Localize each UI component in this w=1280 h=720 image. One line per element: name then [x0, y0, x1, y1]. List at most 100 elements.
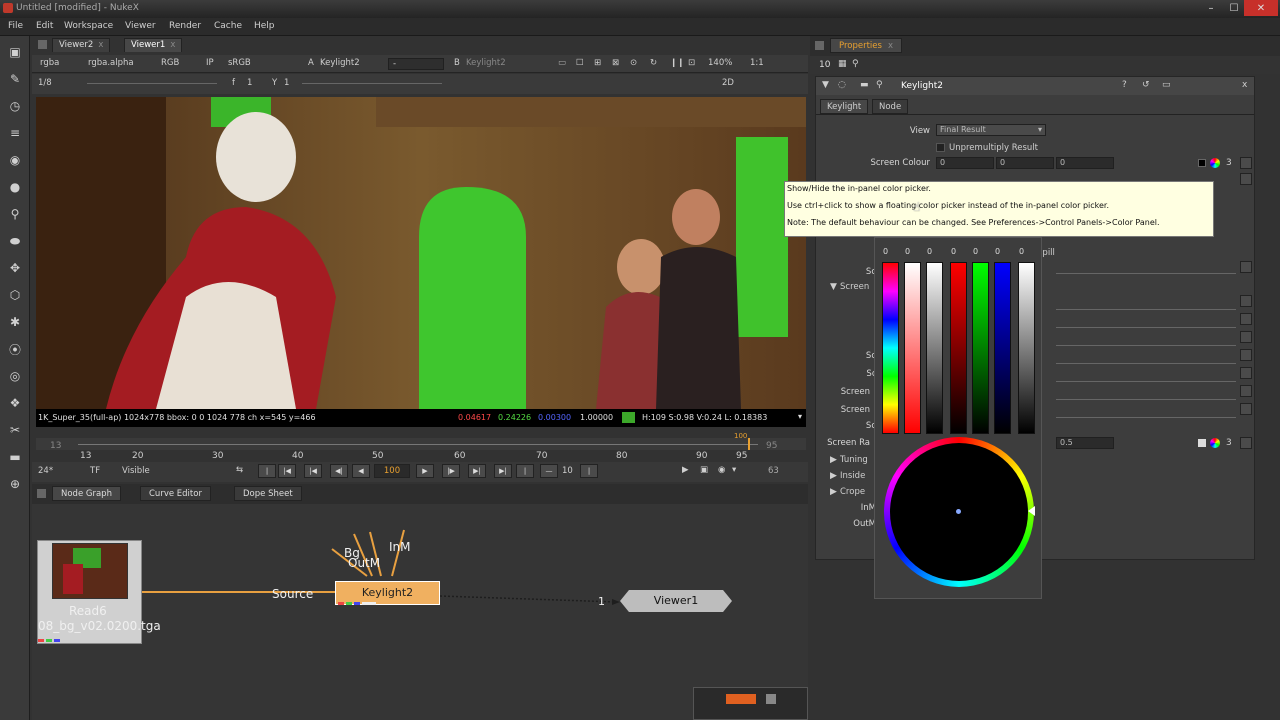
ratio-dropdown[interactable]: 1:1: [750, 58, 764, 68]
animation-button[interactable]: [1240, 173, 1252, 185]
node-color-icon[interactable]: ▬: [860, 80, 869, 90]
close-icon[interactable]: x: [98, 40, 103, 50]
pause-icon[interactable]: ❙❙: [670, 58, 684, 68]
expand-tuning-icon[interactable]: ▶: [830, 455, 837, 465]
blue-slider[interactable]: [994, 262, 1011, 434]
image-icon[interactable]: ▣: [7, 44, 23, 60]
wheel-cursor[interactable]: [956, 509, 961, 514]
expand-crops-icon[interactable]: ▶: [830, 487, 837, 497]
overlay-icon[interactable]: ⊠: [612, 58, 619, 68]
f-value[interactable]: 1: [247, 78, 252, 88]
gamma-slider[interactable]: [302, 83, 442, 84]
play-forward-button[interactable]: ▶: [416, 464, 434, 478]
close-icon[interactable]: x: [1242, 80, 1247, 90]
step-back-button[interactable]: ◀|: [330, 464, 348, 478]
channel-icon[interactable]: ≡: [7, 125, 23, 141]
other-icon[interactable]: ✂: [7, 422, 23, 438]
playhead[interactable]: [748, 438, 750, 450]
tuning-group[interactable]: Tuning: [840, 455, 868, 465]
tab-properties[interactable]: Properties x: [830, 38, 902, 53]
animation-button[interactable]: [1240, 367, 1252, 379]
toolsets-icon[interactable]: ❖: [7, 395, 23, 411]
keyer-icon[interactable]: ⚲: [876, 80, 883, 90]
metadata-icon[interactable]: ◎: [7, 368, 23, 384]
screen-colour-b[interactable]: 0: [1056, 157, 1114, 169]
zebra-icon[interactable]: ⊙: [630, 58, 637, 68]
merge-icon[interactable]: ⬬: [7, 233, 23, 249]
last-frame-button[interactable]: |: [516, 464, 534, 478]
first-frame-button[interactable]: |: [258, 464, 276, 478]
tab-viewer1[interactable]: Viewer1 x: [124, 38, 183, 52]
draw-icon[interactable]: ✎: [7, 71, 23, 87]
step-size-field[interactable]: 10: [562, 466, 573, 476]
next-increment-button[interactable]: ▶|: [468, 464, 486, 478]
screen-colour-g[interactable]: 0: [996, 157, 1054, 169]
hue-slider[interactable]: [882, 262, 899, 434]
view-mode-dropdown[interactable]: 2D: [722, 78, 734, 88]
info-dropdown-icon[interactable]: ▾: [798, 412, 802, 421]
a-input-dropdown[interactable]: Keylight2: [320, 58, 360, 68]
color-wheel-center[interactable]: [890, 443, 1028, 581]
close-button[interactable]: ✕: [1244, 0, 1278, 16]
timeline[interactable]: 13 95 13 20 30 40 50 60 70 80 90 95 100: [36, 430, 806, 462]
alpha-slider[interactable]: [1018, 262, 1035, 434]
color-swatch-button[interactable]: [1198, 159, 1206, 167]
prev-keyframe-button[interactable]: |◀: [278, 464, 296, 478]
transform-icon[interactable]: ✥: [7, 260, 23, 276]
prev-increment-button[interactable]: |◀: [304, 464, 322, 478]
pane-menu-icon[interactable]: [815, 41, 824, 50]
help-icon[interactable]: ?: [1122, 80, 1127, 90]
tab-keylight[interactable]: Keylight: [820, 99, 869, 114]
play-backward-button[interactable]: ◀: [352, 464, 370, 478]
gain-slider[interactable]: [87, 83, 217, 84]
views-icon[interactable]: ⦿: [7, 341, 23, 357]
screen-range-field[interactable]: 0.5: [1056, 437, 1114, 449]
expand-inside-icon[interactable]: ▶: [830, 471, 837, 481]
red-slider[interactable]: [950, 262, 967, 434]
color-icon[interactable]: ◉: [7, 152, 23, 168]
alpha-dropdown[interactable]: rgba.alpha: [88, 58, 134, 68]
next-keyframe-button[interactable]: ▶|: [494, 464, 512, 478]
param-slider[interactable]: [1056, 309, 1236, 310]
maximize-button[interactable]: ☐: [1224, 0, 1244, 16]
screen-colour-r[interactable]: 0: [936, 157, 994, 169]
roi-icon[interactable]: ▭: [558, 58, 566, 68]
menu-edit[interactable]: Edit: [36, 21, 53, 31]
view-dropdown[interactable]: Final Result ▾: [936, 124, 1046, 136]
lock-icon[interactable]: ⊡: [688, 58, 695, 68]
loop-icon[interactable]: ⇆: [236, 465, 243, 475]
expand-screen-icon[interactable]: ▼: [830, 282, 837, 292]
ip-button[interactable]: IP: [206, 58, 214, 68]
fps-dropdown[interactable]: 24*: [38, 466, 53, 476]
saturation-slider[interactable]: [904, 262, 921, 434]
revert-icon[interactable]: ↺: [1142, 80, 1150, 90]
green-slider[interactable]: [972, 262, 989, 434]
collapse-icon[interactable]: ▼: [822, 80, 829, 90]
current-frame-marker[interactable]: 100: [734, 432, 747, 440]
animation-button[interactable]: [1240, 295, 1252, 307]
param-slider[interactable]: [1056, 399, 1236, 400]
menu-help[interactable]: Help: [254, 21, 275, 31]
menu-render[interactable]: Render: [169, 21, 201, 31]
tab-viewer2[interactable]: Viewer2 x: [52, 38, 111, 52]
color-swatch-button[interactable]: [1198, 439, 1206, 447]
b-input-dropdown[interactable]: Keylight2: [466, 58, 506, 68]
3d-icon[interactable]: ⬡: [7, 287, 23, 303]
minimize-button[interactable]: –: [1198, 0, 1224, 16]
zoom-dropdown[interactable]: 140%: [708, 58, 732, 68]
plugins-icon[interactable]: ⊕: [7, 476, 23, 492]
flipbook-icon[interactable]: ▶: [682, 465, 689, 475]
menu-viewer[interactable]: Viewer: [125, 21, 156, 31]
rgb-dropdown[interactable]: RGB: [161, 58, 179, 68]
particles-icon[interactable]: ✱: [7, 314, 23, 330]
channels-dropdown[interactable]: rgba: [40, 58, 59, 68]
param-slider[interactable]: [1056, 345, 1236, 346]
value-slider[interactable]: [926, 262, 943, 434]
tab-node[interactable]: Node: [872, 99, 909, 114]
node-navigator[interactable]: [693, 687, 808, 720]
crops-group[interactable]: Crope: [840, 487, 865, 497]
float-icon[interactable]: ◌: [838, 80, 846, 90]
range-dropdown[interactable]: Visible: [122, 466, 150, 476]
animation-button[interactable]: [1240, 349, 1252, 361]
param-slider[interactable]: [1056, 417, 1236, 418]
